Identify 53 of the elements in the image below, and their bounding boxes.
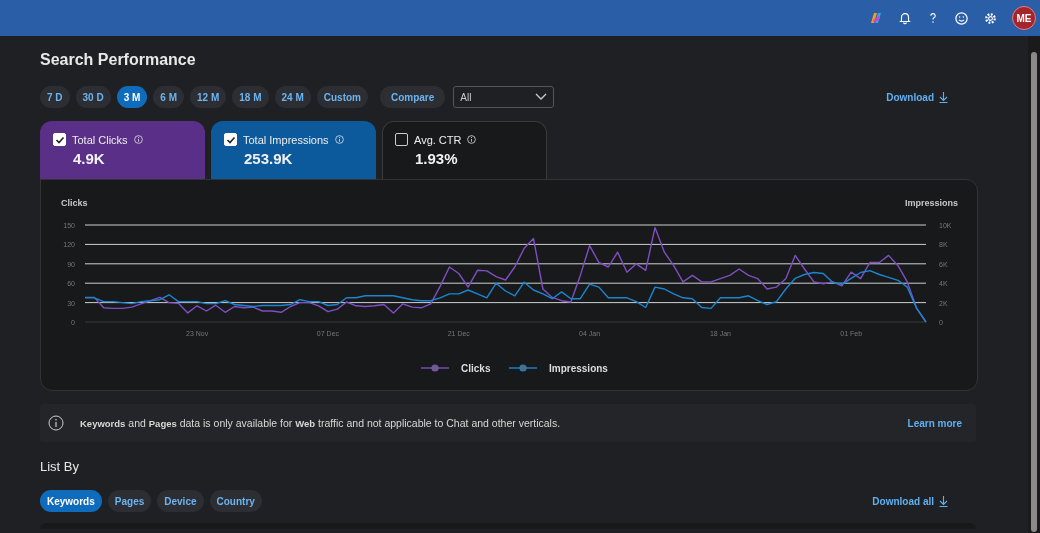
range-tab[interactable]: Custom [316,86,368,108]
range-tab[interactable]: 30 D [75,86,111,108]
info-icon [48,415,64,431]
chevron-icon [535,93,548,101]
scroll-thumb[interactable] [1031,52,1037,532]
filter-dropdown[interactable]: All [453,86,555,108]
axis-title: Impressions [904,198,958,208]
legend-label[interactable]: Clicks [461,363,491,374]
compare-button[interactable]: Compare [379,86,446,108]
metric-value: 1.93% [415,150,459,167]
metric-value: 253.9K [244,150,294,167]
download-link[interactable]: Download [886,91,948,103]
axis-title: Clicks [61,198,88,208]
info-icon [133,135,143,144]
list-tab[interactable]: Device [157,490,204,512]
metric-label: Total Impressions [243,133,329,146]
checkbox[interactable] [395,133,408,146]
range-tab[interactable]: 24 M [274,86,311,108]
metric-card[interactable]: Avg. CTR 1.93% [382,121,547,179]
notice-text: Keywords and Pages data is only available for Web traffic and not applicable to Chat and other verticals. [80,417,562,429]
info-icon [334,135,344,144]
dropdown-value: All [460,91,472,103]
download-label: Download all [872,495,934,507]
info-icon [467,135,477,144]
list-tab[interactable]: Pages [107,490,152,512]
range-tab[interactable]: 7 D [40,86,70,108]
settings-icon[interactable] [983,10,998,26]
legend-marker[interactable] [420,364,450,372]
range-tab[interactable]: 12 M [190,86,227,108]
download-icon [939,91,948,103]
avatar[interactable]: ME [1012,6,1036,30]
range-tab[interactable]: 6 M [153,86,185,108]
metric-label: Avg. CTR [414,133,462,146]
list-tab[interactable]: Keywords [40,490,102,512]
learn-more-link[interactable]: Learn more [907,417,962,429]
metric-card[interactable]: Total Impressions 253.9K [211,121,376,179]
download-icon [939,495,948,507]
scrollbar[interactable] [1028,36,1040,533]
range-tab[interactable]: 3 M [116,86,148,108]
bell-icon[interactable] [898,11,912,25]
metric-card[interactable]: Total Clicks 4.9K [40,121,205,179]
legend-marker[interactable] [508,364,538,372]
page-title: Search Performance [40,51,197,69]
list-tab[interactable]: Country [209,490,262,512]
smiley-icon[interactable] [954,10,969,26]
legend-label[interactable]: Impressions [549,363,608,374]
copilot-icon[interactable] [868,10,884,26]
download-all-link[interactable]: Download all [872,495,948,507]
metric-value: 4.9K [73,150,106,167]
range-tab[interactable]: 18 M [232,86,269,108]
section-title: List By [40,459,80,474]
download-label: Download [886,91,934,103]
metric-label: Total Clicks [72,133,128,146]
